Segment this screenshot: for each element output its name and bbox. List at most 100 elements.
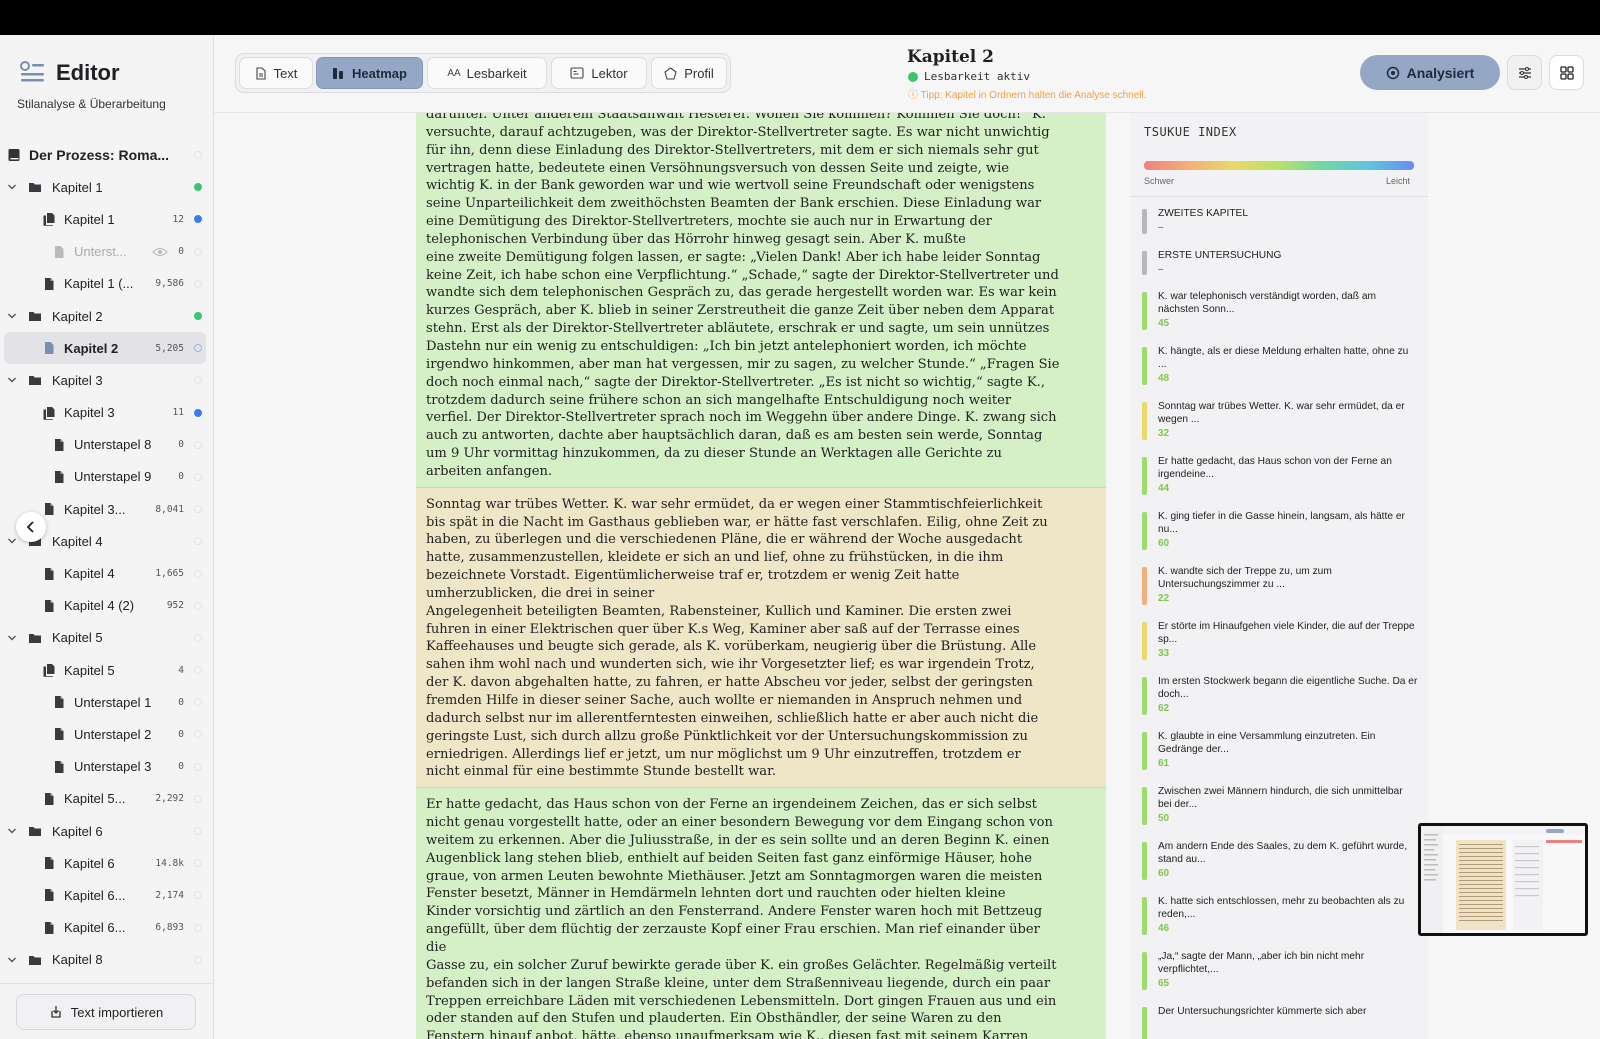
tree-item[interactable]: Unterstapel 1 0: [0, 686, 214, 718]
tree-item[interactable]: Kapitel 1 12: [0, 203, 214, 235]
chevron-down-icon[interactable]: [6, 826, 18, 836]
profile-shape-icon: [664, 66, 677, 80]
index-item-text: Der Untersuchungsrichter kümmerte sich a…: [1158, 1006, 1367, 1017]
tree-item[interactable]: Kapitel 4 (2) 952: [0, 590, 214, 622]
index-item[interactable]: K. hängte, als er diese Meldung erhalten…: [1130, 339, 1428, 394]
tree-item[interactable]: Kapitel 6 14.8k: [0, 847, 214, 879]
status-dot: [194, 408, 202, 417]
import-text-button[interactable]: Text importieren: [16, 994, 196, 1030]
sliders-icon: [1518, 66, 1531, 79]
tree-folder[interactable]: Kapitel 3: [0, 364, 214, 396]
index-item-text: K. ging tiefer in die Gasse hinein, lang…: [1158, 511, 1405, 535]
index-item[interactable]: Zwischen zwei Männern hindurch, die sich…: [1130, 779, 1428, 834]
tree-book[interactable]: Der Prozess: Roma...: [0, 139, 214, 171]
chevron-down-icon[interactable]: [6, 311, 18, 321]
index-item[interactable]: Der Untersuchungsrichter kümmerte sich a…: [1130, 999, 1428, 1039]
tree-item[interactable]: Kapitel 4 1,665: [0, 557, 214, 589]
tab-label: Heatmap: [352, 65, 407, 81]
tab-lesbarkeit[interactable]: AA Lesbarkeit: [427, 57, 547, 89]
book-icon: [8, 149, 20, 162]
tree-item[interactable]: Unterstapel 2 0: [0, 718, 214, 750]
status-text: Lesbarkeit aktiv: [924, 70, 1030, 83]
index-item-text: K. glaubte in eine Versammlung einzutret…: [1158, 731, 1376, 755]
index-item[interactable]: K. war telephonisch verständigt worden, …: [1130, 284, 1428, 339]
app-title: Editor: [56, 60, 120, 85]
document-icon: [45, 921, 54, 934]
index-item-text: ZWEITES KAPITEL: [1158, 208, 1249, 219]
index-item[interactable]: K. glaubte in eine Versammlung einzutret…: [1130, 724, 1428, 779]
score-bar: [1142, 512, 1147, 550]
font-size-icon: AA: [447, 67, 461, 79]
minimap-preview[interactable]: [1418, 823, 1588, 936]
index-item-score: 32: [1158, 428, 1170, 439]
index-item[interactable]: „Ja,“ sagte der Mann, „aber ich bin nich…: [1130, 944, 1428, 999]
score-bar: [1142, 952, 1147, 990]
analysed-button[interactable]: Analysiert: [1360, 55, 1500, 90]
tree-item[interactable]: Kapitel 3 11: [0, 397, 214, 429]
grid-view-button[interactable]: [1549, 55, 1584, 90]
index-item[interactable]: K. ging tiefer in die Gasse hinein, lang…: [1130, 504, 1428, 559]
collapse-sidebar-button[interactable]: [16, 512, 46, 542]
tree-item[interactable]: Kapitel 1 (... 9,586: [0, 268, 214, 300]
scale-label-hard: Schwer: [1144, 176, 1175, 186]
status-dot: [194, 601, 202, 610]
tree-item[interactable]: Unterstapel 3 0: [0, 751, 214, 783]
tree-item[interactable]: Kapitel 5 4: [0, 654, 214, 686]
index-item-score: –: [1158, 222, 1164, 233]
eye-icon[interactable]: [152, 247, 168, 257]
tab-text[interactable]: Text: [239, 57, 313, 89]
tab-lektor[interactable]: Lektor: [551, 57, 647, 89]
readability-scale-bar: [1144, 161, 1414, 170]
document-tip: ⓘ Tipp: Kapitel in Ordnern halten die An…: [908, 86, 1146, 101]
tree-folder[interactable]: Kapitel 1: [0, 171, 214, 203]
status-dot: [194, 151, 202, 160]
target-icon: [1386, 66, 1399, 79]
tree-item[interactable]: Kapitel 6... 6,893: [0, 912, 214, 944]
chevron-down-icon[interactable]: [6, 375, 18, 385]
index-item[interactable]: K. hatte sich entschlossen, mehr zu beob…: [1130, 889, 1428, 944]
document-icon: [55, 245, 64, 258]
tree-item[interactable]: Kapitel 2 5,205: [4, 332, 206, 365]
status-dot: [194, 698, 202, 707]
index-item[interactable]: Sonntag war trübes Wetter. K. war sehr e…: [1130, 394, 1428, 449]
status-dot: [194, 569, 202, 578]
paragraph[interactable]: darunter. Unter anderem Staatsanwalt Hes…: [416, 113, 1106, 488]
index-item-text: K. hängte, als er diese Meldung erhalten…: [1158, 346, 1409, 370]
filter-button[interactable]: [1507, 55, 1542, 90]
index-item[interactable]: ZWEITES KAPITEL –: [1130, 201, 1428, 243]
check-icon: [908, 71, 918, 82]
chevron-down-icon[interactable]: [6, 536, 18, 546]
word-count: 8,041: [155, 503, 184, 515]
chevron-down-icon[interactable]: [6, 633, 18, 643]
tab-heatmap[interactable]: Heatmap: [316, 57, 423, 89]
tree-item-label: Kapitel 1: [52, 179, 103, 195]
chevron-down-icon[interactable]: [6, 955, 18, 965]
tree-folder[interactable]: Kapitel 5: [0, 622, 214, 654]
tab-profil[interactable]: Profil: [651, 57, 727, 89]
tree-item-label: Unterstapel 1: [74, 694, 152, 710]
tree-item[interactable]: Unterstapel 9 0: [0, 461, 214, 493]
score-bar: [1142, 732, 1147, 770]
panel-divider: [1130, 196, 1428, 197]
index-item[interactable]: Er hatte gedacht, das Haus schon von der…: [1130, 449, 1428, 504]
index-item[interactable]: ERSTE UNTERSUCHUNG –: [1130, 243, 1428, 285]
index-item[interactable]: Er störte im Hinaufgehen viele Kinder, d…: [1130, 614, 1428, 669]
tree-folder[interactable]: Kapitel 8: [0, 944, 214, 976]
tree-folder[interactable]: Kapitel 2: [0, 300, 214, 332]
word-count: 4: [178, 664, 184, 676]
index-item[interactable]: K. wandte sich der Treppe zu, um zum Unt…: [1130, 559, 1428, 614]
tree-folder[interactable]: Kapitel 6: [0, 815, 214, 847]
word-count: 0: [178, 471, 184, 483]
chevron-down-icon[interactable]: [6, 182, 18, 192]
index-item[interactable]: Am andern Ende des Saales, zu dem K. gef…: [1130, 834, 1428, 889]
status-dot: [194, 472, 202, 481]
tree-item[interactable]: Unterstapel 8 0: [0, 429, 214, 461]
paragraph[interactable]: Er hatte gedacht, das Haus schon von der…: [416, 788, 1106, 1039]
tree-item[interactable]: Unterst... 0: [0, 236, 214, 268]
heatmap-text-area[interactable]: darunter. Unter anderem Staatsanwalt Hes…: [416, 113, 1106, 1039]
index-item[interactable]: Im ersten Stockwerk begann die eigentlic…: [1130, 669, 1428, 724]
word-count: 12: [172, 213, 184, 225]
tree-item[interactable]: Kapitel 5... 2,292: [0, 783, 214, 815]
tree-item[interactable]: Kapitel 6... 2,174: [0, 879, 214, 911]
paragraph[interactable]: Sonntag war trübes Wetter. K. war sehr e…: [416, 487, 1106, 789]
